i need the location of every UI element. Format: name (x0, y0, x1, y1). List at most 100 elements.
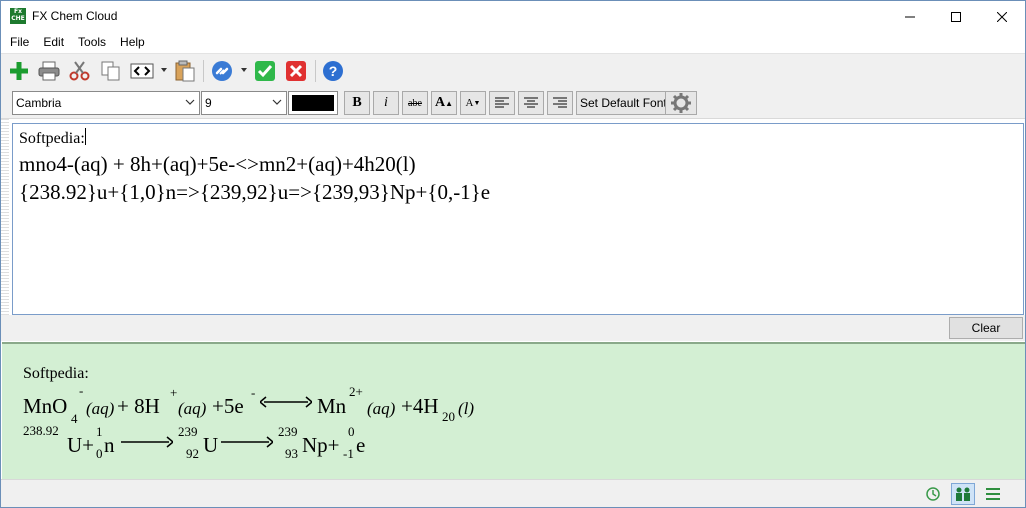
font-name-select[interactable]: Cambria (12, 91, 200, 115)
formatted-preview: Softpedia: MnO 4 - (aq) + 8H + (aq) +5e … (2, 342, 1025, 479)
set-default-font-button[interactable]: Set Default Font (576, 91, 671, 115)
preview-eq2-sub: 92 (186, 446, 199, 461)
grow-font-label: A (434, 95, 446, 110)
code-tag-icon[interactable] (130, 59, 154, 83)
align-left-button[interactable] (489, 91, 515, 115)
preview-eq1-sup: - (251, 385, 256, 400)
history-icon[interactable] (923, 484, 943, 504)
preview-eq1-sup: - (79, 383, 84, 398)
strikethrough-button[interactable]: abe (402, 91, 428, 115)
text-color-picker[interactable] (288, 91, 338, 115)
preview-eq2-text: U+ (67, 433, 95, 457)
clear-row: Clear (1, 315, 1025, 341)
preview-eq1-text: +5e (212, 394, 244, 418)
color-swatch-fill (292, 95, 334, 111)
link-dropdown[interactable] (241, 68, 247, 72)
preview-eq1-text: + 8H (117, 394, 160, 418)
preview-heading: Softpedia: (23, 365, 89, 382)
print-icon[interactable] (37, 59, 61, 83)
copy-icon[interactable] (99, 59, 123, 83)
minimize-button[interactable] (887, 1, 933, 32)
bold-button[interactable]: B (344, 91, 370, 115)
font-size-select[interactable]: 9 (201, 91, 287, 115)
toolbar-separator (203, 60, 204, 82)
up-arrow-icon: ▲ (445, 98, 454, 108)
equilibrium-arrow-icon (260, 396, 312, 408)
reaction-arrow-icon (221, 436, 273, 448)
toolbar-separator (315, 60, 316, 82)
grow-font-button[interactable]: A ▲ (431, 91, 457, 115)
preview-eq2-sup: 239 (278, 424, 298, 439)
splitter-grip[interactable] (1, 119, 9, 341)
list-view-icon[interactable] (983, 484, 1003, 504)
preview-eq1-mn: Mn (317, 394, 347, 418)
add-icon[interactable] (7, 59, 31, 83)
preview-eq1-sub: 4 (71, 411, 78, 426)
menu-edit[interactable]: Edit (36, 32, 71, 53)
link-icon[interactable] (210, 59, 234, 83)
preview-eq2-text: Np+ (302, 433, 340, 457)
svg-text:?: ? (329, 63, 338, 79)
editor-line-text: Softpedia: (19, 130, 85, 147)
preview-eq1-sup: 2+ (349, 384, 363, 399)
preview-eq2-text: n (104, 433, 115, 457)
chevron-down-icon (272, 99, 282, 105)
reaction-arrow-icon (121, 436, 173, 448)
italic-button[interactable]: i (373, 91, 399, 115)
preview-eq2-sup: 238.92 (23, 423, 59, 438)
title-bar: Fx CHE FX Chem Cloud (1, 1, 1025, 32)
close-button[interactable] (979, 1, 1025, 32)
preview-eq1-sup: + (170, 385, 178, 400)
status-bar (1, 479, 1025, 507)
preview-eq1-text: +4H (401, 394, 439, 418)
preview-eq2-sup: 239 (178, 424, 198, 439)
align-right-button[interactable] (547, 91, 573, 115)
preview-eq2-sup: 0 (348, 424, 355, 439)
font-size-value: 9 (205, 96, 212, 110)
menu-help[interactable]: Help (113, 32, 152, 53)
preview-eq2-text: e (356, 433, 366, 457)
app-window: Fx CHE FX Chem Cloud File Edit Tools Help (0, 0, 1026, 508)
preview-eq2-sub: 93 (285, 446, 298, 461)
align-center-button[interactable] (518, 91, 544, 115)
menu-file[interactable]: File (3, 32, 36, 53)
align-center-icon (524, 97, 538, 108)
main-toolbar: ? (1, 53, 1025, 87)
preview-eq1-sub: 20 (442, 409, 455, 424)
shrink-font-label: A (465, 97, 474, 109)
preview-eq2-text: U (203, 433, 219, 457)
editor-line: {238.92}u+{1,0}n=>{239,92}u=>{239,93}Np+… (19, 180, 491, 204)
preview-eq1-state: (aq) (178, 399, 207, 418)
preview-eq2-sub: -1 (343, 446, 354, 461)
equation-editor[interactable]: Softpedia: mno4-(aq) + 8h+(aq)+5e-<>mn2+… (12, 123, 1024, 315)
text-caret (84, 128, 86, 145)
format-toolbar: Cambria 9 B i abe A ▲ A ▼ Set Default Font (1, 87, 1025, 119)
chevron-down-icon (185, 99, 195, 105)
help-icon[interactable]: ? (321, 59, 345, 83)
preview-eq1-state: (aq) (86, 399, 115, 418)
preview-eq1-state: (l) (458, 399, 475, 418)
cut-icon[interactable] (68, 59, 92, 83)
font-name-value: Cambria (16, 96, 62, 110)
cancel-icon[interactable] (284, 59, 308, 83)
align-right-icon (553, 97, 567, 108)
window-title: FX Chem Cloud (32, 9, 118, 23)
paste-icon[interactable] (173, 59, 197, 83)
settings-button[interactable] (665, 91, 697, 115)
menu-tools[interactable]: Tools (71, 32, 113, 53)
maximize-button[interactable] (933, 1, 979, 32)
editor-line: Softpedia: (19, 128, 1017, 150)
collaborate-icon[interactable] (951, 483, 975, 505)
preview-eq2-sup: 1 (96, 424, 103, 439)
clear-button[interactable]: Clear (949, 317, 1023, 339)
menu-bar: File Edit Tools Help (1, 32, 1025, 53)
gear-icon (671, 93, 691, 113)
preview-eq1-mno: MnO (23, 394, 68, 418)
editor-line: mno4-(aq) + 8h+(aq)+5e-<>mn2+(aq)+4h20(l… (19, 152, 416, 176)
code-tag-dropdown[interactable] (161, 68, 167, 72)
preview-eq2-sub: 0 (96, 446, 103, 461)
down-arrow-icon: ▼ (473, 99, 481, 107)
app-logo-icon: Fx CHE (10, 8, 26, 24)
shrink-font-button[interactable]: A ▼ (460, 91, 486, 115)
check-icon[interactable] (253, 59, 277, 83)
